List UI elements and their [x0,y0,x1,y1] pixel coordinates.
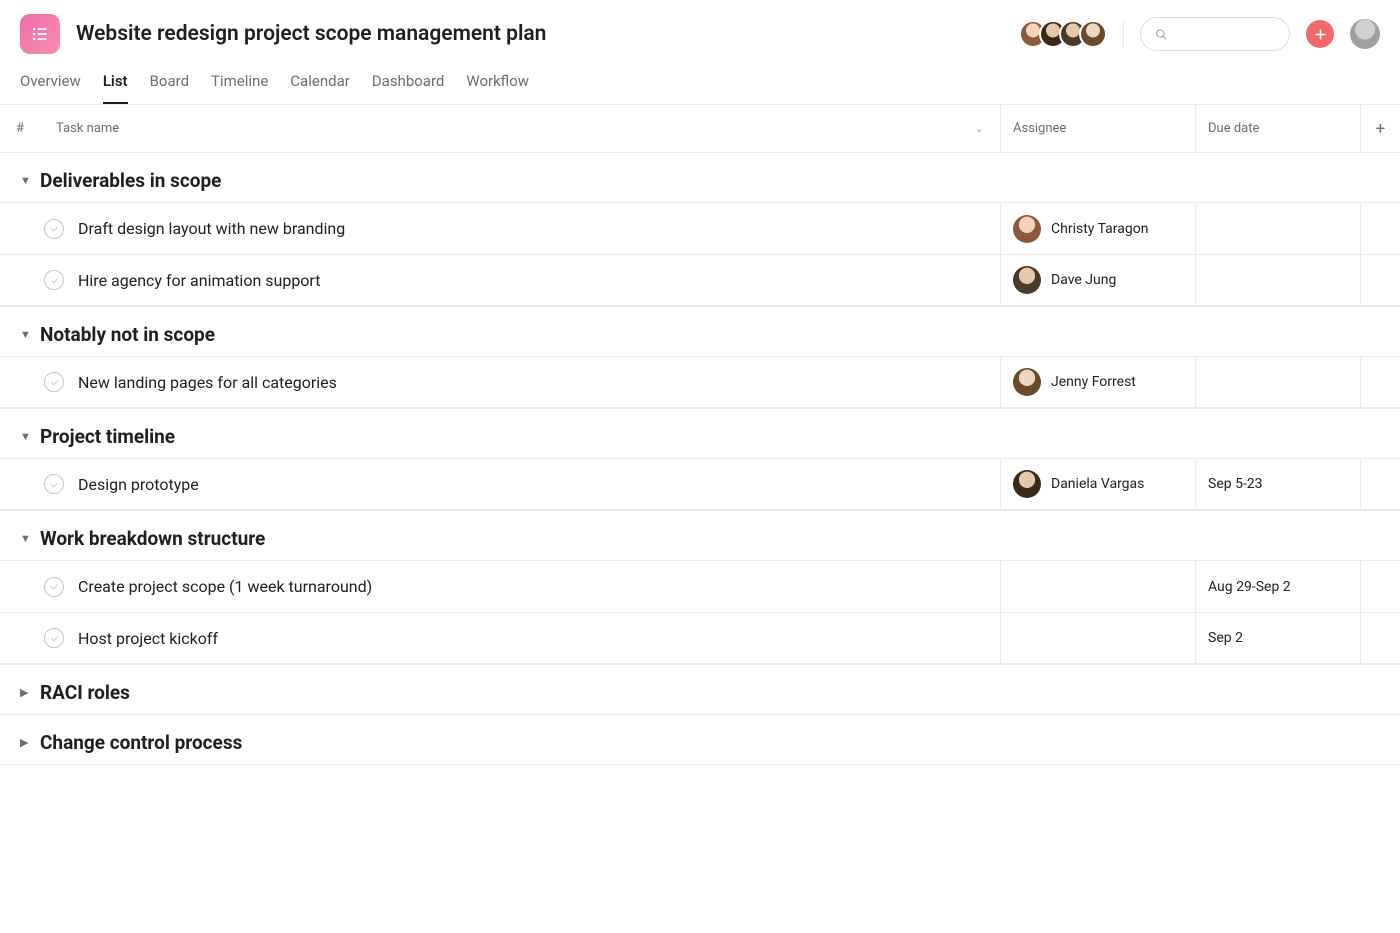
tabs: Overview List Board Timeline Calendar Da… [0,54,1400,105]
task-name[interactable]: Draft design layout with new branding [78,219,345,238]
project-title[interactable]: Website redesign project scope managemen… [76,22,546,46]
caret-down-icon[interactable]: ▼ [20,430,32,443]
section-title[interactable]: RACI roles [40,681,130,704]
tab-workflow[interactable]: Workflow [466,72,529,104]
task-name[interactable]: Create project scope (1 week turnaround) [78,577,372,596]
complete-check-icon[interactable] [44,219,64,239]
sections-container: ▼ Deliverables in scope Draft design layou… [0,153,1400,765]
task-end-cell [1360,255,1400,305]
divider [1123,21,1124,47]
task-row[interactable]: Design prototype Daniela Vargas Sep 5-23 [0,458,1400,510]
task-name[interactable]: Design prototype [78,475,199,494]
section-header[interactable]: ▼ Work breakdown structure [0,511,1400,560]
task-name[interactable]: Hire agency for animation support [78,271,320,290]
task-end-cell [1360,203,1400,254]
section-title[interactable]: Project timeline [40,425,175,448]
caret-down-icon[interactable]: ▼ [20,532,32,545]
complete-check-icon[interactable] [44,270,64,290]
avatar[interactable] [1079,20,1107,48]
complete-check-icon[interactable] [44,577,64,597]
task-due-cell[interactable]: Sep 2 [1195,613,1360,663]
tab-timeline[interactable]: Timeline [211,72,268,104]
complete-check-icon[interactable] [44,372,64,392]
user-avatar[interactable] [1350,19,1380,49]
task-name[interactable]: New landing pages for all categories [78,373,337,392]
task-row[interactable]: Hire agency for animation support Dave Ju… [0,254,1400,306]
task-due-cell[interactable] [1195,357,1360,407]
column-task-name[interactable]: Task name ⌄ [40,121,1000,136]
section-title[interactable]: Change control process [40,731,242,754]
section-header[interactable]: ▼ Deliverables in scope [0,153,1400,202]
section-header[interactable]: ▶ RACI roles [0,665,1400,714]
caret-right-icon[interactable]: ▶ [20,686,32,699]
assignee-name: Daniela Vargas [1051,476,1144,492]
search-input[interactable] [1174,27,1275,42]
complete-check-icon[interactable] [44,474,64,494]
tab-board[interactable]: Board [150,72,189,104]
avatar [1013,470,1041,498]
assignee-name: Christy Taragon [1051,221,1148,237]
task-end-cell [1360,357,1400,407]
column-task-label: Task name [56,121,119,136]
add-button[interactable] [1306,20,1334,48]
task-assignee-cell[interactable]: Christy Taragon [1000,203,1195,254]
section-header[interactable]: ▼ Notably not in scope [0,307,1400,356]
column-num: # [0,121,40,136]
avatar [1013,368,1041,396]
tab-dashboard[interactable]: Dashboard [372,72,445,104]
search-box[interactable] [1140,17,1290,51]
section-title[interactable]: Deliverables in scope [40,169,221,192]
add-column-button[interactable]: + [1360,105,1400,152]
task-row[interactable]: Draft design layout with new branding Chr… [0,202,1400,254]
task-end-cell [1360,613,1400,663]
task-assignee-cell[interactable]: Dave Jung [1000,255,1195,305]
task-row[interactable]: New landing pages for all categories Jenn… [0,356,1400,408]
project-icon[interactable] [20,14,60,54]
task-assignee-cell[interactable]: Jenny Forrest [1000,357,1195,407]
search-icon [1155,27,1168,42]
caret-down-icon[interactable]: ▼ [20,174,32,187]
section-title[interactable]: Work breakdown structure [40,527,265,550]
task-row[interactable]: Create project scope (1 week turnaround)… [0,560,1400,612]
task-due-cell[interactable]: Sep 5-23 [1195,459,1360,509]
assignee-name: Jenny Forrest [1051,374,1136,390]
avatar [1013,266,1041,294]
column-assignee[interactable]: Assignee [1000,105,1195,152]
column-due-date[interactable]: Due date [1195,105,1360,152]
task-name[interactable]: Host project kickoff [78,629,218,648]
chevron-down-icon[interactable]: ⌄ [975,122,984,135]
task-end-cell [1360,561,1400,612]
caret-down-icon[interactable]: ▼ [20,328,32,341]
assignee-name: Dave Jung [1051,272,1116,288]
task-end-cell [1360,459,1400,509]
plus-icon [1313,27,1328,42]
task-due-cell[interactable] [1195,255,1360,305]
member-avatars[interactable] [1027,20,1107,48]
task-row[interactable]: Host project kickoff Sep 2 [0,612,1400,664]
task-due-cell[interactable]: Aug 29-Sep 2 [1195,561,1360,612]
section-header[interactable]: ▶ Change control process [0,715,1400,764]
task-assignee-cell[interactable] [1000,613,1195,663]
tab-overview[interactable]: Overview [20,72,81,104]
task-assignee-cell[interactable]: Daniela Vargas [1000,459,1195,509]
task-assignee-cell[interactable] [1000,561,1195,612]
section-header[interactable]: ▼ Project timeline [0,409,1400,458]
section-title[interactable]: Notably not in scope [40,323,215,346]
complete-check-icon[interactable] [44,628,64,648]
tab-calendar[interactable]: Calendar [290,72,350,104]
column-header-row: # Task name ⌄ Assignee Due date + [0,105,1400,153]
list-icon [30,24,50,44]
caret-right-icon[interactable]: ▶ [20,736,32,749]
task-due-cell[interactable] [1195,203,1360,254]
avatar [1013,215,1041,243]
tab-list[interactable]: List [103,72,128,104]
